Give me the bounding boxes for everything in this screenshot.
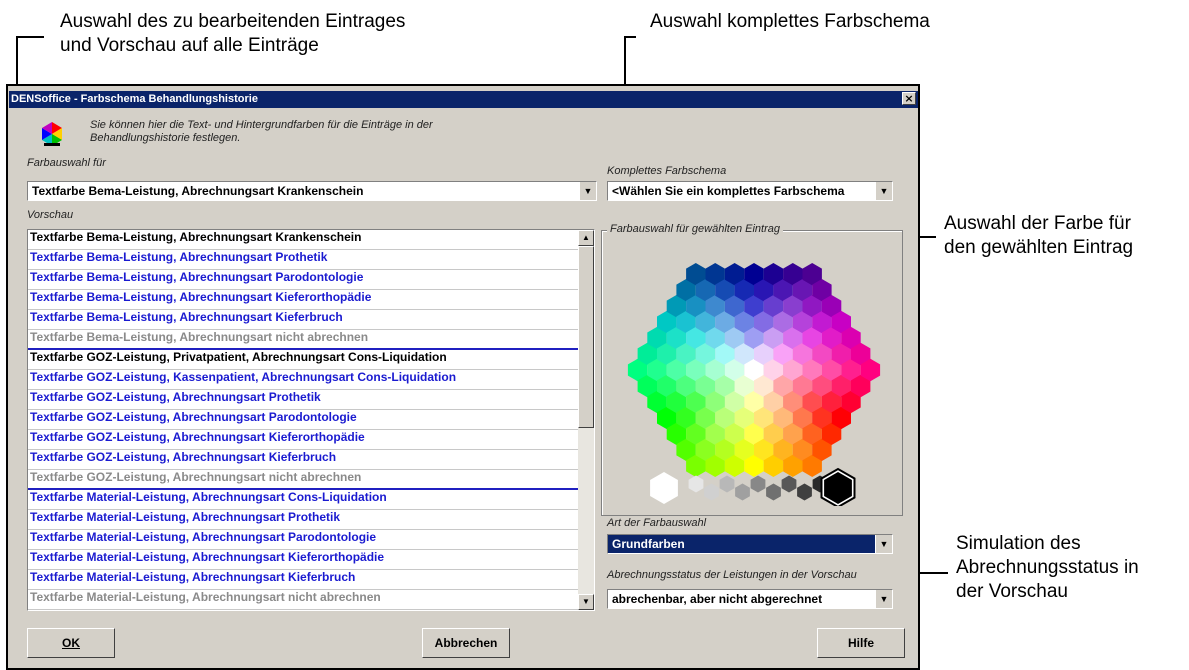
annotation-billing-line2: Abrechnungsstatus in	[956, 557, 1139, 578]
gray-swatch[interactable]	[719, 475, 735, 493]
vorschau-list-item[interactable]: Textfarbe Material-Leistung, Abrechnungs…	[28, 550, 578, 570]
gray-swatch[interactable]	[781, 475, 797, 493]
chevron-down-icon[interactable]: ▼	[875, 182, 892, 200]
vorschau-list-item[interactable]: Textfarbe Material-Leistung, Abrechnungs…	[28, 590, 578, 610]
farbschema-label: Komplettes Farbschema	[607, 165, 727, 177]
vorschau-list-item[interactable]: Textfarbe GOZ-Leistung, Abrechnungsart P…	[28, 410, 578, 430]
farbauswahl-label: Farbauswahl für	[27, 157, 106, 169]
annotation-billing-simulation: Simulation des Abrechnungsstatus in der …	[956, 532, 1139, 604]
help-button[interactable]: Hilfe	[817, 628, 905, 658]
annotation-entry-selection: Auswahl des zu bearbeitenden Eintrages u…	[60, 10, 405, 58]
vorschau-rows: Textfarbe Bema-Leistung, Abrechnungsart …	[28, 230, 594, 610]
vorschau-list-item[interactable]: Textfarbe Bema-Leistung, Abrechnungsart …	[28, 290, 578, 310]
farbschema-dropdown[interactable]: <Wählen Sie ein komplettes Farbschema ▼	[607, 181, 893, 201]
gray-swatch[interactable]	[797, 483, 812, 501]
color-wheel-icon	[42, 122, 62, 146]
vorschau-list-item[interactable]: Textfarbe Material-Leistung, Abrechnungs…	[28, 490, 578, 510]
window-title: DENSoffice - Farbschema Behandlungshisto…	[11, 93, 258, 105]
abrechnung-dropdown[interactable]: abrechenbar, aber nicht abgerechnet ▼	[607, 589, 893, 609]
cancel-button[interactable]: Abbrechen	[422, 628, 510, 658]
annotation-color-selection: Auswahl der Farbe für den gewählten Eint…	[944, 212, 1133, 260]
scroll-down-icon[interactable]: ▼	[578, 594, 594, 610]
white-swatch[interactable]	[650, 472, 678, 504]
chevron-down-icon[interactable]: ▼	[875, 535, 892, 553]
art-dropdown[interactable]: Grundfarben ▼	[607, 534, 893, 554]
vertical-scrollbar[interactable]: ▲ ▼	[578, 230, 594, 610]
dialog-window: DENSoffice - Farbschema Behandlungshisto…	[6, 84, 920, 670]
vorschau-list-item[interactable]: Textfarbe Bema-Leistung, Abrechnungsart …	[28, 330, 578, 350]
scroll-up-icon[interactable]: ▲	[578, 230, 594, 246]
close-button[interactable]: ×	[902, 92, 916, 105]
gray-swatch[interactable]	[750, 475, 766, 493]
vorschau-list-item[interactable]: Textfarbe Bema-Leistung, Abrechnungsart …	[28, 230, 578, 250]
annotation-billing-line3: der Vorschau	[956, 581, 1068, 602]
chevron-down-icon[interactable]: ▼	[875, 590, 892, 608]
annotation-scheme-selection: Auswahl komplettes Farbschema	[650, 11, 930, 32]
vorschau-label: Vorschau	[27, 209, 74, 221]
vorschau-list-item[interactable]: Textfarbe Bema-Leistung, Abrechnungsart …	[28, 310, 578, 330]
info-text-line1: Sie können hier die Text- und Hintergrun…	[90, 119, 433, 131]
annotation-entry-selection-line1: Auswahl des zu bearbeitenden Eintrages	[60, 11, 406, 32]
chevron-down-icon[interactable]: ▼	[579, 182, 596, 200]
abrechnung-label: Abrechnungsstatus der Leistungen in der …	[607, 569, 857, 581]
scrollbar-thumb[interactable]	[578, 246, 594, 428]
art-value: Grundfarben	[612, 537, 685, 551]
vorschau-list-item[interactable]: Textfarbe GOZ-Leistung, Abrechnungsart P…	[28, 390, 578, 410]
farbauswahl-value: Textfarbe Bema-Leistung, Abrechnungsart …	[32, 184, 364, 198]
vorschau-list-item[interactable]: Textfarbe GOZ-Leistung, Abrechnungsart n…	[28, 470, 578, 490]
gray-swatch[interactable]	[766, 483, 781, 501]
abrechnung-value: abrechenbar, aber nicht abgerechnet	[612, 592, 823, 606]
vorschau-list-item[interactable]: Textfarbe GOZ-Leistung, Kassenpatient, A…	[28, 370, 578, 390]
colorpicker-label: Farbauswahl für gewählten Eintrag	[607, 223, 783, 235]
vorschau-list-item[interactable]: Textfarbe GOZ-Leistung, Abrechnungsart K…	[28, 450, 578, 470]
ok-button[interactable]: OK	[27, 628, 115, 658]
title-bar[interactable]: DENSoffice - Farbschema Behandlungshisto…	[9, 91, 918, 108]
gray-swatch[interactable]	[735, 483, 750, 501]
vorschau-list[interactable]: Textfarbe Bema-Leistung, Abrechnungsart …	[27, 229, 595, 611]
vorschau-list-item[interactable]: Textfarbe Material-Leistung, Abrechnungs…	[28, 530, 578, 550]
art-label: Art der Farbauswahl	[607, 517, 707, 529]
annotation-color-selection-line1: Auswahl der Farbe für	[944, 213, 1131, 234]
farbauswahl-dropdown[interactable]: Textfarbe Bema-Leistung, Abrechnungsart …	[27, 181, 597, 201]
farbschema-value: <Wählen Sie ein komplettes Farbschema	[612, 184, 845, 198]
gray-swatch[interactable]	[688, 475, 704, 493]
info-text: Sie können hier die Text- und Hintergrun…	[90, 119, 433, 145]
annotation-billing-line1: Simulation des	[956, 533, 1081, 554]
vorschau-list-item[interactable]: Textfarbe Bema-Leistung, Abrechnungsart …	[28, 250, 578, 270]
info-text-line2: Behandlungshistorie festlegen.	[90, 132, 241, 144]
vorschau-list-item[interactable]: Textfarbe Material-Leistung, Abrechnungs…	[28, 570, 578, 590]
gray-swatch[interactable]	[704, 483, 719, 501]
vorschau-list-item[interactable]: Textfarbe Material-Leistung, Abrechnungs…	[28, 510, 578, 530]
annotation-entry-selection-line2: und Vorschau auf alle Einträge	[60, 35, 319, 56]
vorschau-list-item[interactable]: Textfarbe GOZ-Leistung, Abrechnungsart K…	[28, 430, 578, 450]
annotation-color-selection-line2: den gewählten Eintrag	[944, 237, 1134, 258]
vorschau-list-item[interactable]: Textfarbe Bema-Leistung, Abrechnungsart …	[28, 270, 578, 290]
vorschau-list-item[interactable]: Textfarbe GOZ-Leistung, Privatpatient, A…	[28, 350, 578, 370]
color-palette[interactable]	[612, 244, 896, 506]
